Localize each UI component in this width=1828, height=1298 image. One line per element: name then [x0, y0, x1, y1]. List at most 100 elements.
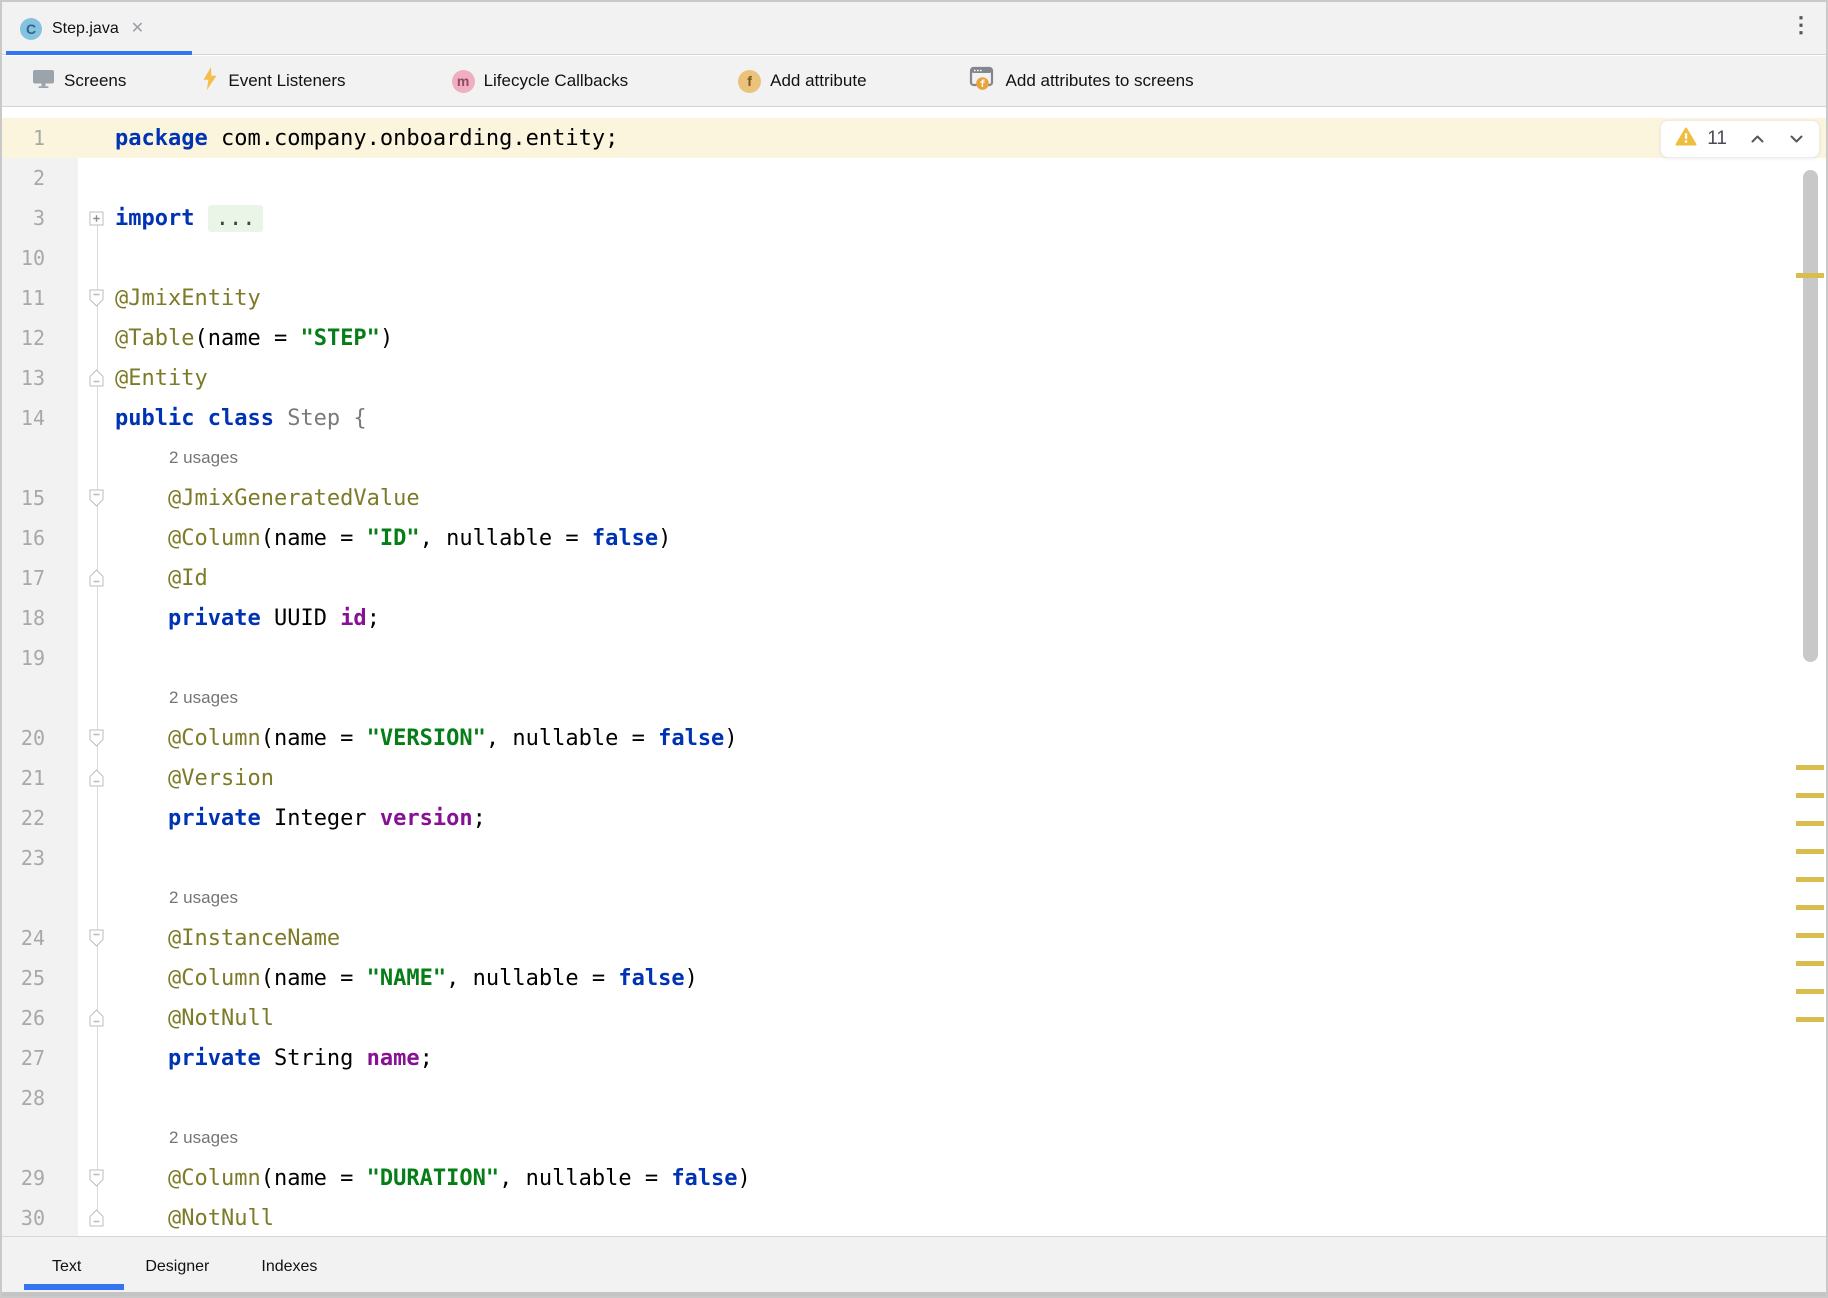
mode-tab-text[interactable]: Text	[52, 1258, 81, 1276]
warning-stripe-mark[interactable]	[1796, 793, 1824, 798]
code-text[interactable]: @Table(name = "STEP")	[115, 318, 1826, 358]
fold-marker-icon[interactable]	[78, 998, 115, 1038]
line-number[interactable]: 22	[2, 798, 78, 838]
mode-tab-designer[interactable]: Designer	[145, 1258, 209, 1276]
line-number[interactable]: 27	[2, 1038, 78, 1078]
line-number[interactable]: 26	[2, 998, 78, 1038]
code-text[interactable]: private UUID id;	[115, 598, 1826, 638]
usages-hint-label[interactable]: 2 usages	[115, 688, 238, 708]
toolbar-item-event-listeners[interactable]: Event Listeners	[200, 66, 345, 96]
line-number[interactable]: 29	[2, 1158, 78, 1198]
usages-hint[interactable]: 2 usages	[115, 878, 1826, 918]
line-number[interactable]: 16	[2, 518, 78, 558]
line-number[interactable]: 1	[2, 118, 78, 158]
line-number[interactable]: 10	[2, 238, 78, 278]
toolbar-item-add-attributes-to-screens[interactable]: fAdd attributes to screens	[969, 66, 1194, 96]
warning-stripe-mark[interactable]	[1796, 821, 1824, 826]
usages-hint[interactable]: 2 usages	[115, 678, 1826, 718]
code-text[interactable]	[115, 158, 1826, 198]
code-text[interactable]: @Column(name = "DURATION", nullable = fa…	[115, 1158, 1826, 1198]
line-number[interactable]: 18	[2, 598, 78, 638]
fold-marker-icon[interactable]	[78, 718, 115, 758]
code-text[interactable]: @NotNull	[115, 1198, 1826, 1238]
next-warning-button[interactable]	[1788, 131, 1805, 147]
line-number[interactable]: 15	[2, 478, 78, 518]
code-text[interactable]	[115, 838, 1826, 878]
code-text[interactable]: @InstanceName	[115, 918, 1826, 958]
warning-stripe-mark[interactable]	[1796, 765, 1824, 770]
line-number[interactable]: 20	[2, 718, 78, 758]
warning-stripe-mark[interactable]	[1796, 849, 1824, 854]
usages-hint-label[interactable]: 2 usages	[115, 888, 238, 908]
fold-marker-icon[interactable]	[78, 758, 115, 798]
fold-marker-icon[interactable]	[78, 1158, 115, 1198]
code-text[interactable]: @JmixEntity	[115, 278, 1826, 318]
code-text[interactable]	[115, 238, 1826, 278]
warning-stripe-mark[interactable]	[1796, 273, 1824, 278]
code-text[interactable]: import ...	[115, 198, 1826, 238]
line-number[interactable]: 23	[2, 838, 78, 878]
code-text[interactable]: @Column(name = "ID", nullable = false)	[115, 518, 1826, 558]
fold-marker-icon[interactable]	[78, 558, 115, 598]
line-number[interactable]: 28	[2, 1078, 78, 1118]
fold-marker-icon[interactable]	[78, 358, 115, 398]
line-number[interactable]: 2	[2, 158, 78, 198]
line-number[interactable]: 25	[2, 958, 78, 998]
code-text[interactable]: @Version	[115, 758, 1826, 798]
toolbar-item-screens[interactable]: Screens	[32, 68, 126, 94]
fold-marker-icon[interactable]	[78, 478, 115, 518]
line-number[interactable]: 30	[2, 1198, 78, 1238]
tab-step-java[interactable]: C Step.java ✕	[6, 2, 192, 55]
mode-tab-indexes[interactable]: Indexes	[261, 1258, 317, 1276]
code-text[interactable]	[115, 1078, 1826, 1118]
code-line-28: 28	[2, 1078, 1826, 1118]
kebab-menu-icon[interactable]: ⋮	[1790, 14, 1812, 36]
line-number[interactable]: 11	[2, 278, 78, 318]
fold-marker-icon[interactable]	[78, 278, 115, 318]
folded-imports-chip[interactable]: ...	[208, 205, 264, 232]
toolbar-item-add-attribute[interactable]: fAdd attribute	[738, 70, 866, 93]
usages-hint[interactable]: 2 usages	[115, 438, 1826, 478]
code-editor[interactable]: 1 package com.company.onboarding.entity; 2…	[2, 108, 1826, 1240]
code-text[interactable]: @NotNull	[115, 998, 1826, 1038]
fold-marker-icon[interactable]	[78, 198, 115, 238]
code-line-20: 20 @Column(name = "VERSION", nullable = …	[2, 718, 1826, 758]
line-number[interactable]: 24	[2, 918, 78, 958]
line-number[interactable]: 13	[2, 358, 78, 398]
toolbar-item-lifecycle-callbacks[interactable]: mLifecycle Callbacks	[452, 70, 629, 93]
warning-stripe-mark[interactable]	[1796, 905, 1824, 910]
code-text[interactable]: @Entity	[115, 358, 1826, 398]
line-number[interactable]: 3	[2, 198, 78, 238]
code-text[interactable]: public class Step {	[115, 398, 1826, 438]
inspection-widget[interactable]: 11	[1660, 120, 1820, 158]
usages-hint-label[interactable]: 2 usages	[115, 448, 238, 468]
code-text[interactable]: package com.company.onboarding.entity;	[115, 118, 1826, 158]
warning-stripe-mark[interactable]	[1796, 1017, 1824, 1022]
code-text[interactable]: private String name;	[115, 1038, 1826, 1078]
warning-stripe-mark[interactable]	[1796, 933, 1824, 938]
code-text[interactable]: private Integer version;	[115, 798, 1826, 838]
warning-stripe-mark[interactable]	[1796, 989, 1824, 994]
code-text[interactable]	[115, 638, 1826, 678]
code-text[interactable]: @JmixGeneratedValue	[115, 478, 1826, 518]
code-text[interactable]: @Id	[115, 558, 1826, 598]
line-number[interactable]: 14	[2, 398, 78, 438]
line-number[interactable]: 21	[2, 758, 78, 798]
usages-hint-label[interactable]: 2 usages	[115, 1128, 238, 1148]
line-number[interactable]: 12	[2, 318, 78, 358]
line-number[interactable]: 17	[2, 558, 78, 598]
token	[115, 486, 168, 511]
usages-hint[interactable]: 2 usages	[115, 1118, 1826, 1158]
warning-stripe-mark[interactable]	[1796, 877, 1824, 882]
toolbar-item-label: Screens	[64, 71, 126, 91]
warning-stripe-mark[interactable]	[1796, 961, 1824, 966]
token: name	[367, 1046, 420, 1071]
previous-warning-button[interactable]	[1749, 131, 1766, 147]
code-text[interactable]: @Column(name = "VERSION", nullable = fal…	[115, 718, 1826, 758]
fold-marker-icon[interactable]	[78, 1198, 115, 1238]
close-icon[interactable]: ✕	[131, 21, 144, 37]
line-number[interactable]: 19	[2, 638, 78, 678]
code-text[interactable]: @Column(name = "NAME", nullable = false)	[115, 958, 1826, 998]
token: false	[592, 526, 658, 551]
fold-marker-icon[interactable]	[78, 918, 115, 958]
